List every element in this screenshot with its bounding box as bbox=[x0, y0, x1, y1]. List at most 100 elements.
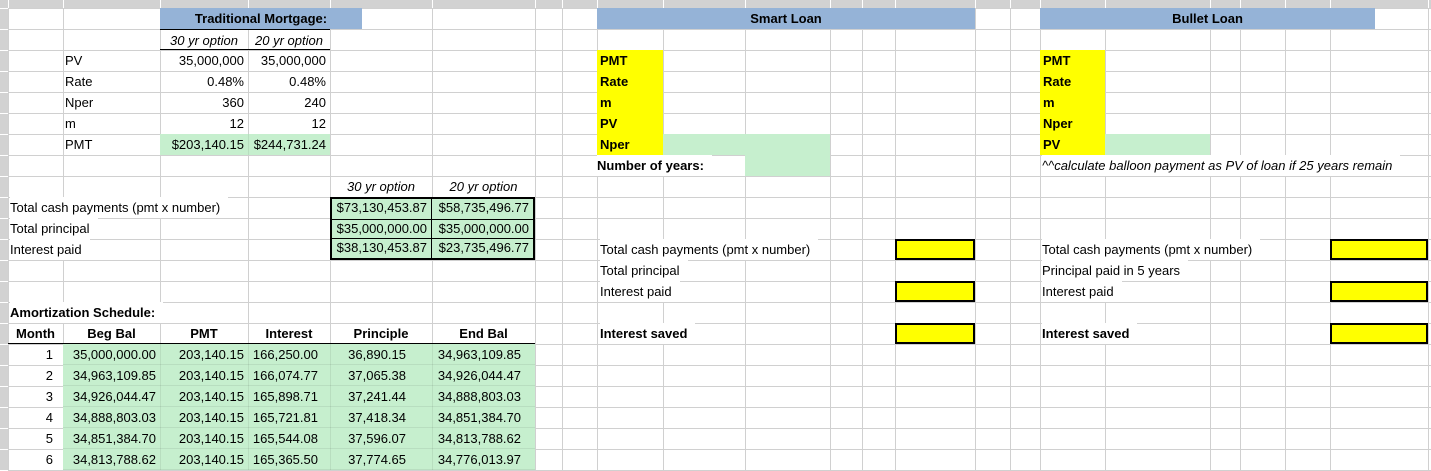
smart-summary-label[interactable]: Interest paid bbox=[600, 281, 680, 302]
totals-value-30yr[interactable]: $35,000,000.00 bbox=[332, 218, 431, 239]
traditional-mortgage-header[interactable]: Traditional Mortgage: bbox=[160, 8, 362, 29]
smart-interest-paid-input-cell[interactable] bbox=[895, 281, 975, 302]
smart-interest-saved-label[interactable]: Interest saved bbox=[600, 323, 696, 344]
amort-header-cell[interactable]: Interest bbox=[248, 323, 330, 344]
amort-cell[interactable]: 36,890.15 bbox=[330, 344, 432, 365]
totals-value-30yr[interactable]: $38,130,453.87 bbox=[332, 238, 431, 258]
trad-param-value-20yr[interactable]: 240 bbox=[248, 92, 330, 113]
totals-row-label[interactable]: Total principal bbox=[10, 218, 98, 239]
amort-header-cell[interactable]: Month bbox=[8, 323, 63, 344]
bullet-summary-label[interactable]: Total cash payments (pmt x number) bbox=[1042, 239, 1261, 260]
amort-month-cell[interactable]: 3 bbox=[8, 386, 63, 407]
amort-cell[interactable]: 166,250.00 bbox=[248, 344, 330, 365]
bullet-pv-input-cell[interactable] bbox=[1105, 134, 1210, 155]
totals-value-20yr[interactable]: $23,735,496.77 bbox=[431, 238, 533, 258]
smart-param-label[interactable]: PV bbox=[597, 113, 663, 134]
amort-header-cell[interactable]: PMT bbox=[160, 323, 248, 344]
smart-years-input-cell[interactable] bbox=[745, 155, 830, 176]
totals-value-30yr[interactable]: $73,130,453.87 bbox=[332, 199, 431, 219]
smart-years-label[interactable]: Number of years: bbox=[597, 155, 712, 176]
smart-param-label[interactable]: m bbox=[597, 92, 663, 113]
smart-param-label[interactable]: Nper bbox=[597, 134, 663, 155]
bullet-interest-saved-input-cell[interactable] bbox=[1330, 323, 1428, 344]
amort-cell[interactable]: 37,418.34 bbox=[330, 407, 432, 428]
amort-cell[interactable]: 203,140.15 bbox=[160, 344, 248, 365]
totals-option-header-30yr[interactable]: 30 yr option bbox=[330, 176, 432, 197]
amort-header-cell[interactable]: Beg Bal bbox=[63, 323, 160, 344]
amort-cell[interactable]: 37,065.38 bbox=[330, 365, 432, 386]
amort-cell[interactable]: 203,140.15 bbox=[160, 428, 248, 449]
amort-month-cell[interactable]: 6 bbox=[8, 449, 63, 470]
amort-cell[interactable]: 203,140.15 bbox=[160, 386, 248, 407]
trad-param-value-20yr[interactable]: 0.48% bbox=[248, 71, 330, 92]
amort-cell[interactable]: 34,851,384.70 bbox=[63, 428, 160, 449]
trad-param-label[interactable]: Nper bbox=[65, 92, 155, 113]
smart-interest-saved-input-cell[interactable] bbox=[895, 323, 975, 344]
bullet-summary-label[interactable]: Interest paid bbox=[1042, 281, 1122, 302]
amort-cell[interactable]: 34,776,013.97 bbox=[432, 449, 535, 470]
smart-loan-header[interactable]: Smart Loan bbox=[597, 8, 975, 29]
bullet-loan-header[interactable]: Bullet Loan bbox=[1040, 8, 1375, 29]
bullet-interest-paid-input-cell[interactable] bbox=[1330, 281, 1428, 302]
trad-param-value-20yr[interactable]: 35,000,000 bbox=[248, 50, 330, 71]
amort-cell[interactable]: 34,888,803.03 bbox=[63, 407, 160, 428]
amort-cell[interactable]: 34,813,788.62 bbox=[63, 449, 160, 470]
amort-cell[interactable]: 165,544.08 bbox=[248, 428, 330, 449]
bullet-param-label[interactable]: PV bbox=[1040, 134, 1105, 155]
trad-param-value-20yr[interactable]: 12 bbox=[248, 113, 330, 134]
trad-pmt-value-20yr[interactable]: $244,731.24 bbox=[248, 134, 330, 155]
amort-cell[interactable]: 203,140.15 bbox=[160, 407, 248, 428]
smart-total-cash-input-cell[interactable] bbox=[895, 239, 975, 260]
amort-cell[interactable]: 37,596.07 bbox=[330, 428, 432, 449]
amort-cell[interactable]: 165,898.71 bbox=[248, 386, 330, 407]
amort-cell[interactable]: 34,888,803.03 bbox=[432, 386, 535, 407]
totals-value-20yr[interactable]: $58,735,496.77 bbox=[431, 199, 533, 219]
amort-cell[interactable]: 37,774.65 bbox=[330, 449, 432, 470]
amort-cell[interactable]: 34,926,044.47 bbox=[432, 365, 535, 386]
smart-param-label[interactable]: Rate bbox=[597, 71, 663, 92]
bullet-param-label[interactable]: PMT bbox=[1040, 50, 1105, 71]
amort-month-cell[interactable]: 2 bbox=[8, 365, 63, 386]
amort-cell[interactable]: 34,851,384.70 bbox=[432, 407, 535, 428]
smart-nper-input-cell[interactable] bbox=[663, 134, 830, 155]
trad-param-label[interactable]: PMT bbox=[65, 134, 155, 155]
trad-param-label[interactable]: Rate bbox=[65, 71, 155, 92]
bullet-param-label[interactable]: m bbox=[1040, 92, 1105, 113]
trad-param-value-30yr[interactable]: 12 bbox=[160, 113, 248, 134]
totals-row-label[interactable]: Interest paid bbox=[10, 239, 90, 260]
amort-cell[interactable]: 34,963,109.85 bbox=[432, 344, 535, 365]
amort-cell[interactable]: 166,074.77 bbox=[248, 365, 330, 386]
smart-summary-label[interactable]: Total principal bbox=[600, 260, 688, 281]
amort-month-cell[interactable]: 4 bbox=[8, 407, 63, 428]
amort-month-cell[interactable]: 5 bbox=[8, 428, 63, 449]
bullet-summary-label[interactable]: Principal paid in 5 years bbox=[1042, 260, 1189, 281]
amort-cell[interactable]: 34,963,109.85 bbox=[63, 365, 160, 386]
totals-value-20yr[interactable]: $35,000,000.00 bbox=[431, 218, 533, 239]
trad-param-value-30yr[interactable]: 35,000,000 bbox=[160, 50, 248, 71]
bullet-interest-saved-label[interactable]: Interest saved bbox=[1042, 323, 1138, 344]
amort-header-cell[interactable]: Principle bbox=[330, 323, 432, 344]
amort-header-cell[interactable]: End Bal bbox=[432, 323, 535, 344]
amort-cell[interactable]: 34,813,788.62 bbox=[432, 428, 535, 449]
amort-cell[interactable]: 37,241.44 bbox=[330, 386, 432, 407]
bullet-param-label[interactable]: Rate bbox=[1040, 71, 1105, 92]
bullet-total-cash-input-cell[interactable] bbox=[1330, 239, 1428, 260]
smart-summary-label[interactable]: Total cash payments (pmt x number) bbox=[600, 239, 819, 260]
trad-param-value-30yr[interactable]: 0.48% bbox=[160, 71, 248, 92]
trad-pmt-value-30yr[interactable]: $203,140.15 bbox=[160, 134, 248, 155]
smart-param-label[interactable]: PMT bbox=[597, 50, 663, 71]
totals-option-header-20yr[interactable]: 20 yr option bbox=[432, 176, 535, 197]
amort-cell[interactable]: 203,140.15 bbox=[160, 449, 248, 470]
amort-cell[interactable]: 35,000,000.00 bbox=[63, 344, 160, 365]
trad-option-header-20yr[interactable]: 20 yr option bbox=[248, 29, 330, 50]
trad-param-label[interactable]: m bbox=[65, 113, 155, 134]
amort-title[interactable]: Amortization Schedule: bbox=[10, 302, 164, 323]
totals-row-label[interactable]: Total cash payments (pmt x number) bbox=[10, 197, 229, 218]
amort-cell[interactable]: 34,926,044.47 bbox=[63, 386, 160, 407]
trad-param-label[interactable]: PV bbox=[65, 50, 155, 71]
amort-month-cell[interactable]: 1 bbox=[8, 344, 63, 365]
amort-cell[interactable]: 165,365.50 bbox=[248, 449, 330, 470]
amort-cell[interactable]: 203,140.15 bbox=[160, 365, 248, 386]
trad-option-header-30yr[interactable]: 30 yr option bbox=[160, 29, 248, 50]
amort-cell[interactable]: 165,721.81 bbox=[248, 407, 330, 428]
